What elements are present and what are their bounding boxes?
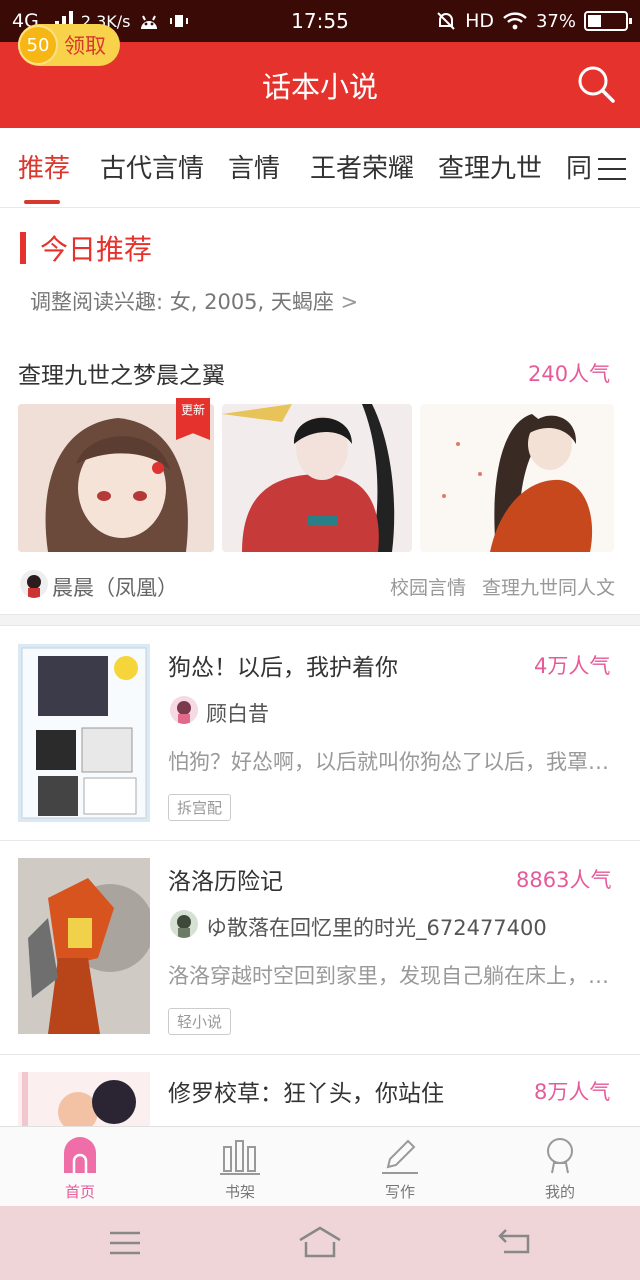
alarm-off-icon — [437, 12, 455, 30]
featured-popularity: 240人气 — [528, 362, 611, 386]
featured-cover-3[interactable] — [420, 404, 614, 552]
featured-tag-2[interactable]: 查理九世同人文 — [482, 573, 615, 600]
tab-recommend[interactable]: 推荐 — [18, 148, 70, 185]
section-divider — [0, 614, 640, 626]
category-tabs: 推荐 古代言情 言情 王者荣耀 查理九世 同, — [0, 128, 640, 208]
nav-profile-label: 我的 — [544, 1183, 575, 1201]
book-description: 洛洛穿越时空回到家里，发现自己躺在床上，心里… — [168, 964, 620, 988]
battery-icon — [584, 11, 632, 31]
coin-count: 50 — [26, 34, 50, 56]
nav-bookshelf[interactable]: 书架 — [200, 1135, 280, 1202]
featured-tag-1[interactable]: 校园言情 — [390, 573, 466, 600]
nav-profile[interactable]: 我的 — [520, 1135, 600, 1202]
profile-icon — [547, 1138, 573, 1174]
book-cover — [18, 1072, 150, 1126]
chevron-right-icon: > — [340, 290, 359, 314]
nav-write[interactable]: 写作 — [360, 1135, 440, 1202]
home-icon — [64, 1137, 96, 1173]
android-icon — [141, 15, 158, 29]
book-popularity: 4万人气 — [534, 654, 611, 678]
menu-icon[interactable] — [108, 1230, 142, 1256]
tab-romance[interactable]: 言情 — [228, 148, 280, 185]
interest-text: 调整阅读兴趣: 女, 2005, 天蝎座 — [30, 290, 334, 314]
book-title: 修罗校草：狂丫头，你站住 — [168, 1081, 444, 1107]
book-popularity: 8863人气 — [516, 868, 612, 892]
search-icon[interactable] — [572, 60, 620, 108]
tab-charlie-ninth[interactable]: 查理九世 — [438, 148, 542, 185]
book-author: 顾白昔 — [206, 702, 269, 726]
author-avatar[interactable] — [20, 570, 48, 598]
book-tag: 轻小说 — [168, 1008, 232, 1035]
tab-ancient-romance[interactable]: 古代言情 — [100, 148, 204, 185]
coin-icon: 50 — [18, 25, 58, 65]
tabs-menu-icon[interactable] — [592, 152, 632, 186]
pencil-icon — [382, 1139, 418, 1174]
featured-author[interactable]: 晨晨（凤凰） — [52, 572, 178, 602]
section-marker — [20, 232, 26, 264]
tab-honor-of-kings[interactable]: 王者荣耀 — [310, 148, 414, 185]
section-title: 今日推荐 — [40, 233, 153, 266]
wifi-icon — [503, 12, 527, 30]
claim-label: 领取 — [64, 34, 106, 58]
vibrate-icon — [170, 15, 189, 27]
nav-home-label: 首页 — [64, 1183, 95, 1201]
bookshelf-icon — [220, 1140, 260, 1175]
book-popularity: 8万人气 — [534, 1080, 611, 1104]
active-tab-indicator — [24, 200, 60, 204]
list-divider — [0, 1054, 640, 1055]
hd-indicator: HD — [465, 10, 494, 32]
book-title: 洛洛历险记 — [168, 869, 283, 895]
claim-coins-button[interactable]: 50 领取 — [18, 24, 120, 66]
home-button-icon[interactable] — [298, 1226, 342, 1258]
author-avatar — [170, 696, 198, 724]
system-navigation-bar — [0, 1206, 640, 1280]
bottom-nav: 首页 书架 写作 我的 — [0, 1126, 640, 1206]
adjust-interest-link[interactable]: 调整阅读兴趣: 女, 2005, 天蝎座 > — [30, 286, 358, 316]
author-avatar — [170, 910, 198, 938]
book-title: 狗怂！以后，我护着你 — [168, 655, 398, 681]
book-tag: 拆宫配 — [168, 794, 232, 821]
nav-home[interactable]: 首页 — [40, 1135, 120, 1202]
featured-cover-2[interactable] — [222, 404, 412, 552]
battery-percent: 37% — [535, 10, 576, 32]
book-cover — [18, 858, 150, 1034]
nav-write-label: 写作 — [384, 1183, 415, 1201]
book-description: 怕狗？好怂啊，以后就叫你狗怂了以后，我罩着你 — [168, 750, 618, 774]
page-title: 话本小说 — [261, 70, 378, 104]
book-author: ゆ散落在回忆里的时光_672477400 — [206, 916, 547, 940]
back-icon[interactable] — [498, 1228, 532, 1256]
list-divider — [0, 840, 640, 841]
featured-book-title[interactable]: 查理九世之梦晨之翼 — [18, 356, 225, 390]
nav-bookshelf-label: 书架 — [224, 1183, 255, 1201]
book-cover — [18, 644, 150, 822]
